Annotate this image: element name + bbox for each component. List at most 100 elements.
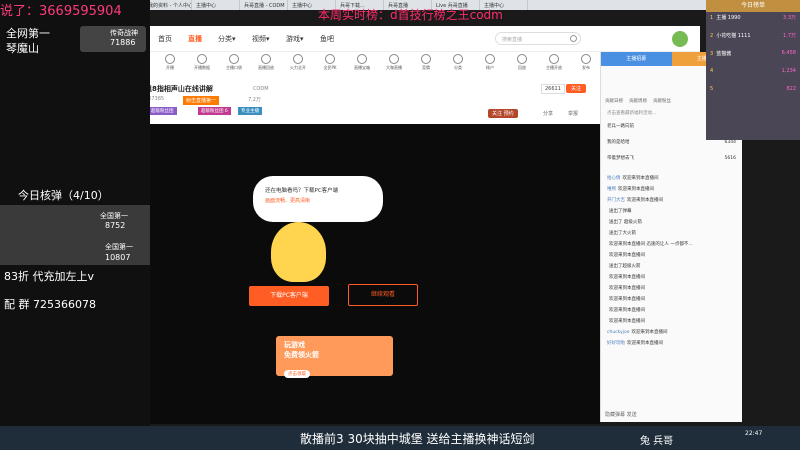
- toolbar-glyph-icon: [357, 54, 367, 64]
- toolbar-glyph-icon: [389, 54, 399, 64]
- continue-watching-button[interactable]: 继续观看: [348, 284, 418, 306]
- toolbar-icon-label: 直播宝箱: [354, 65, 370, 70]
- chat-message: 欢迎来到本直播间: [601, 293, 742, 304]
- chat-text: 欢迎来到本直播间 迅速的让人 一点都不...: [609, 242, 693, 247]
- chat-user[interactable]: 开门大吉: [607, 198, 625, 203]
- contributor-name: 带着梦想去飞: [607, 156, 634, 161]
- video-player[interactable]: 还在电脑看吗？下载PC客户端 画面流畅、更高清晰 下载PC客户端 继续观看 玩游…: [143, 124, 600, 424]
- contributor-row[interactable]: 带着梦想去飞 5616: [601, 150, 742, 166]
- chat-user[interactable]: 好好玩啦: [607, 341, 625, 346]
- share-link[interactable]: 分享: [543, 110, 553, 117]
- ad-button[interactable]: 点击领取: [284, 370, 310, 378]
- rank-entry: 3 蓝猫酱 6,458: [706, 48, 800, 66]
- contributor-name: 老兵一路向前: [607, 124, 634, 129]
- room-tag: 射击直播第一: [183, 96, 220, 105]
- prompt-text: 还在电脑看吗？下载PC客户端: [265, 188, 339, 194]
- room-category[interactable]: CODM: [253, 86, 269, 92]
- toolbar-glyph-icon: [165, 54, 175, 64]
- tab-daily[interactable]: 贡献日榜: [605, 96, 623, 108]
- chat-user[interactable]: 唯熙: [607, 187, 616, 192]
- rank-score: 6,458: [781, 50, 796, 56]
- chat-text: 送出了大火箭: [609, 231, 636, 236]
- avatar[interactable]: [672, 31, 688, 47]
- follow-button[interactable]: 关注: [566, 84, 587, 93]
- rank-score: 1,234: [781, 68, 796, 74]
- contact-text: 83折 代充加左上v: [4, 270, 95, 283]
- nav-home[interactable]: 首页: [158, 34, 172, 44]
- chat-message: 欢迎来到本直播间: [601, 304, 742, 315]
- toolbar-icon-label: 主播开放: [546, 65, 562, 70]
- nav-games[interactable]: 游戏▾: [286, 34, 304, 44]
- rank-name: 主播 1990: [716, 15, 741, 21]
- chat-message: 欢迎来到本直播间 迅速的让人 一点都不...: [601, 238, 742, 249]
- chat-text: 欢迎来到本直播间: [609, 275, 645, 280]
- site-header: 首页 直播 分类▾ 视频▾ 游戏▾ 鱼吧 搜索直播: [150, 26, 700, 52]
- chat-text: 欢迎来到本直播间: [627, 341, 663, 346]
- chat-message: 欢迎来到本直播间: [601, 271, 742, 282]
- chat-text: 欢迎来到本直播间: [622, 176, 659, 181]
- toolbar-glyph-icon: [485, 54, 495, 64]
- chat-text: 欢迎来到本直播间: [609, 253, 645, 258]
- nav-live[interactable]: 直播: [188, 34, 202, 44]
- chat-text: 欢迎来到本直播间: [609, 319, 645, 324]
- contributor-name: 我的是哈哈: [607, 140, 630, 145]
- nav-category[interactable]: 分类▾: [218, 34, 236, 44]
- toolbar-icon-label: 回放: [518, 65, 526, 70]
- screen: 兵哥...CODM主播中心主播中心我的资料 - 个人中心主播中心兵哥直播 - C…: [0, 0, 800, 450]
- browser-tab[interactable]: 兵哥直播 - CODM: [240, 0, 288, 10]
- chat-user[interactable]: chuckyjoe: [607, 330, 630, 335]
- nav-video[interactable]: 视频▾: [252, 34, 270, 44]
- rank-number: 1: [710, 15, 714, 21]
- rank-list: 1 主播 1990 3.3万 2 小花吃猫 1111 1.7万 3 蓝猫酱 6,458 4 1,23…: [706, 12, 800, 102]
- weapon1-rank: 全国第一: [100, 212, 128, 220]
- chat-message: 开门大吉 欢迎来到本直播间: [601, 194, 742, 205]
- browser-tab[interactable]: 我的资料 - 个人中心: [144, 0, 192, 10]
- chat-message: chuckyjoe 欢迎来到本直播间: [601, 326, 742, 337]
- chat-message: 拾心情 欢迎来到本直播间: [601, 172, 742, 183]
- badge-pro: 专业主播: [238, 107, 262, 115]
- search-icon[interactable]: [570, 35, 577, 42]
- chat-text: 欢迎来到本直播间: [631, 330, 668, 335]
- chat-message: 欢迎来到本直播间: [601, 282, 742, 293]
- rank-number: 4: [710, 68, 714, 74]
- tab-fans[interactable]: 贡献粉丝: [653, 96, 671, 108]
- mascot-image: [271, 222, 326, 282]
- clock-time: 22:47: [745, 430, 763, 437]
- rank-number: 5: [710, 86, 714, 92]
- toolbar-glyph-icon: [197, 54, 207, 64]
- rank-number: 3: [710, 51, 714, 57]
- chat-user[interactable]: 拾心情: [607, 176, 621, 181]
- top-scroll-text: 说了：3669595904: [0, 4, 122, 19]
- toolbar-glyph-icon: [293, 54, 303, 64]
- top-marquee: 本周实时榜：d首技行榜之王codm: [318, 8, 503, 22]
- chat-text: 送出了超级火箭: [609, 264, 641, 269]
- contact-group: 配 群 725366078: [4, 298, 96, 311]
- weapon-panel: 全国第一 8752 全国第一 10807: [0, 205, 150, 265]
- toolbar-glyph-icon: [453, 54, 463, 64]
- prompt-subtext: 画面流畅、更高清晰: [265, 198, 311, 204]
- tab-weekly[interactable]: 贡献周榜: [629, 96, 647, 108]
- ad-subtitle: 免费领火箭: [284, 351, 319, 359]
- download-client-button[interactable]: 下载PC客户端: [249, 286, 329, 306]
- toolbar-glyph-icon: [325, 54, 335, 64]
- badge-fans: 超级粉丝团: [148, 107, 177, 115]
- room-fans: 7,2万: [248, 97, 261, 103]
- chat-text: 欢迎来到本直播间: [609, 308, 645, 313]
- toolbar-glyph-icon: [261, 54, 271, 64]
- rank-number: 2: [710, 33, 714, 39]
- nav-fishbar[interactable]: 鱼吧: [320, 34, 334, 44]
- rank-score: 822: [786, 86, 796, 92]
- chat-message: 欢迎来到本直播间: [601, 315, 742, 326]
- search-input[interactable]: 搜索直播: [495, 32, 581, 45]
- chat-bottom-notice[interactable]: 隐藏弹幕 发送: [605, 411, 637, 418]
- chat-text: 欢迎来到本直播间: [627, 198, 663, 203]
- toolbar-icon-label: 大咖直播: [386, 65, 402, 70]
- browser-tab[interactable]: 主播中心: [192, 0, 240, 10]
- report-link[interactable]: 举报: [568, 110, 578, 117]
- toolbar-icon-label: 帐户: [486, 65, 494, 70]
- tab-anchor-recruit[interactable]: 主播招募: [601, 52, 672, 66]
- rank-entry: 2 小花吃猫 1111 1.7万: [706, 30, 800, 48]
- ad-banner[interactable]: 玩游戏 免费领火箭 点击领取: [276, 336, 393, 378]
- subscribe-button[interactable]: 关注 预约: [488, 109, 518, 118]
- chat-text: 送出了弹幕: [609, 209, 632, 214]
